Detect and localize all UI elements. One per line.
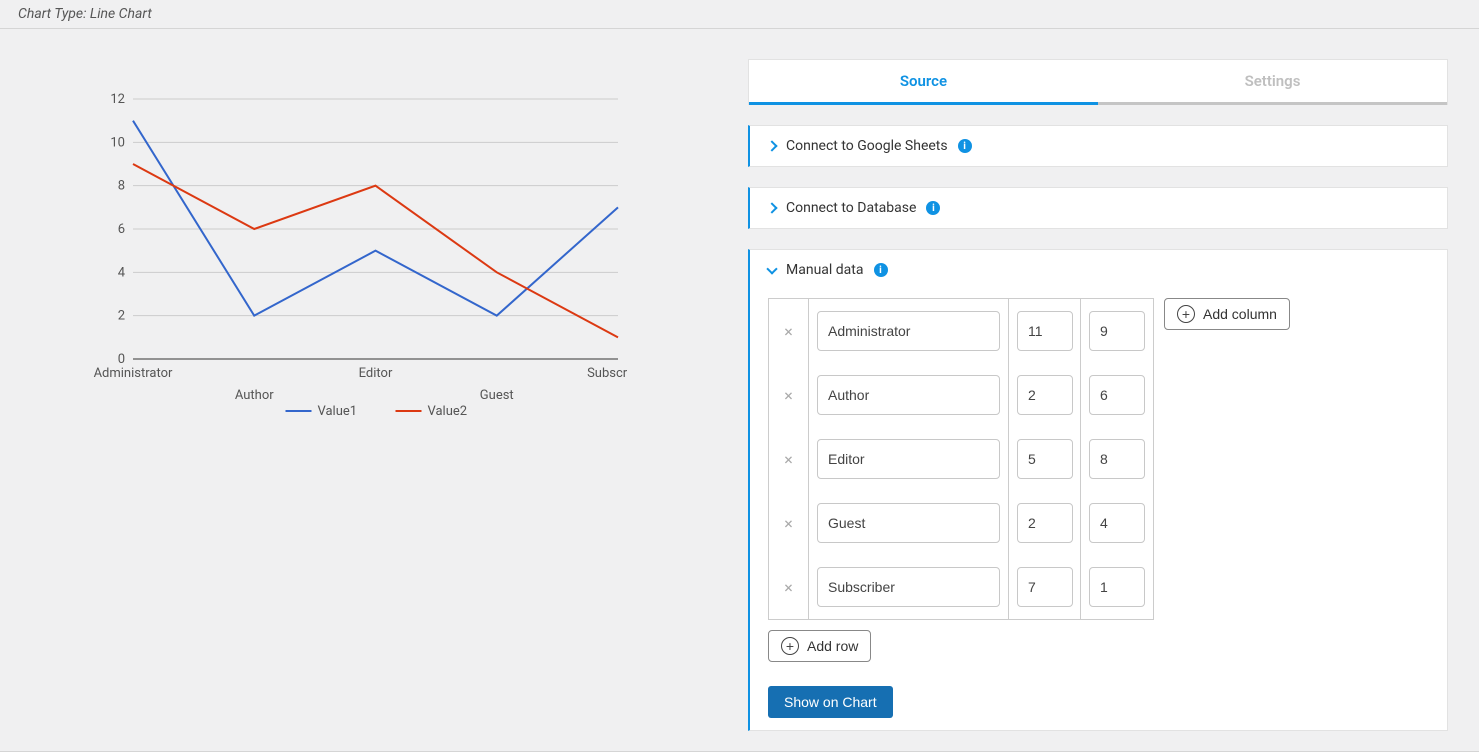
svg-text:Editor: Editor [359, 366, 393, 381]
manual-data-body: × × × × × + Add column [768, 298, 1429, 620]
add-column-button[interactable]: + Add column [1164, 298, 1290, 330]
svg-text:10: 10 [110, 135, 125, 150]
chevron-right-icon [766, 140, 777, 151]
row-label-input[interactable] [817, 439, 1000, 479]
accordion-label: Connect to Database [786, 200, 916, 216]
row-value1-input[interactable] [1017, 503, 1073, 543]
svg-text:4: 4 [118, 265, 126, 280]
delete-row-icon[interactable]: × [784, 375, 793, 415]
chart-type-label: Chart Type: Line Chart [18, 6, 152, 22]
chart-panel: 0 2 4 6 8 10 12 Administrator Author Editor Guest S… [18, 59, 748, 731]
svg-text:Guest: Guest [480, 388, 514, 403]
plus-icon: + [781, 637, 799, 655]
svg-text:0: 0 [118, 352, 125, 367]
svg-text:12: 12 [110, 92, 125, 107]
config-panel: Source Settings Connect to Google Sheets… [748, 59, 1448, 731]
svg-text:Administrator: Administrator [94, 366, 173, 381]
chevron-down-icon [766, 263, 777, 274]
delete-row-icon[interactable]: × [784, 567, 793, 607]
tabs: Source Settings [748, 59, 1448, 105]
delete-row-icon[interactable]: × [784, 311, 793, 351]
svg-text:Value2: Value2 [428, 404, 468, 419]
accordion-database[interactable]: Connect to Database i [748, 187, 1448, 229]
svg-text:6: 6 [118, 222, 125, 237]
svg-text:8: 8 [118, 179, 125, 194]
row-value1-input[interactable] [1017, 567, 1073, 607]
svg-text:Author: Author [235, 388, 274, 403]
line-chart: 0 2 4 6 8 10 12 Administrator Author Editor Guest S… [88, 89, 688, 439]
tab-settings[interactable]: Settings [1098, 60, 1447, 105]
delete-row-icon[interactable]: × [784, 439, 793, 479]
page-header: Chart Type: Line Chart [0, 0, 1479, 29]
row-value2-input[interactable] [1089, 567, 1145, 607]
row-value1-input[interactable] [1017, 439, 1073, 479]
main-container: 0 2 4 6 8 10 12 Administrator Author Editor Guest S… [0, 29, 1479, 752]
row-label-input[interactable] [817, 567, 1000, 607]
row-value2-input[interactable] [1089, 503, 1145, 543]
accordion-manual-data[interactable]: Manual data i × × × × × + Add column + [748, 249, 1448, 731]
chevron-right-icon [766, 202, 777, 213]
delete-row-icon[interactable]: × [784, 503, 793, 543]
row-value1-input[interactable] [1017, 311, 1073, 351]
manual-actions: + Add row Show on Chart [768, 630, 1429, 718]
plus-icon: + [1177, 305, 1195, 323]
svg-text:Subscriber: Subscriber [587, 366, 628, 381]
add-row-label: Add row [807, 638, 858, 654]
row-label-input[interactable] [817, 311, 1000, 351]
svg-text:Value1: Value1 [318, 404, 358, 419]
accordion-google-sheets[interactable]: Connect to Google Sheets i [748, 125, 1448, 167]
row-value1-input[interactable] [1017, 375, 1073, 415]
row-value2-input[interactable] [1089, 311, 1145, 351]
add-row-button[interactable]: + Add row [768, 630, 871, 662]
row-label-input[interactable] [817, 503, 1000, 543]
accordion-label: Connect to Google Sheets [786, 138, 948, 154]
svg-text:2: 2 [118, 309, 125, 324]
accordion-label: Manual data [786, 262, 864, 278]
info-icon[interactable]: i [958, 139, 972, 153]
row-label-input[interactable] [817, 375, 1000, 415]
tab-source[interactable]: Source [749, 60, 1098, 105]
row-value2-input[interactable] [1089, 439, 1145, 479]
info-icon[interactable]: i [874, 263, 888, 277]
info-icon[interactable]: i [926, 201, 940, 215]
row-value2-input[interactable] [1089, 375, 1145, 415]
data-table: × × × × × [768, 298, 1154, 620]
add-column-label: Add column [1203, 306, 1277, 322]
show-on-chart-button[interactable]: Show on Chart [768, 686, 893, 718]
